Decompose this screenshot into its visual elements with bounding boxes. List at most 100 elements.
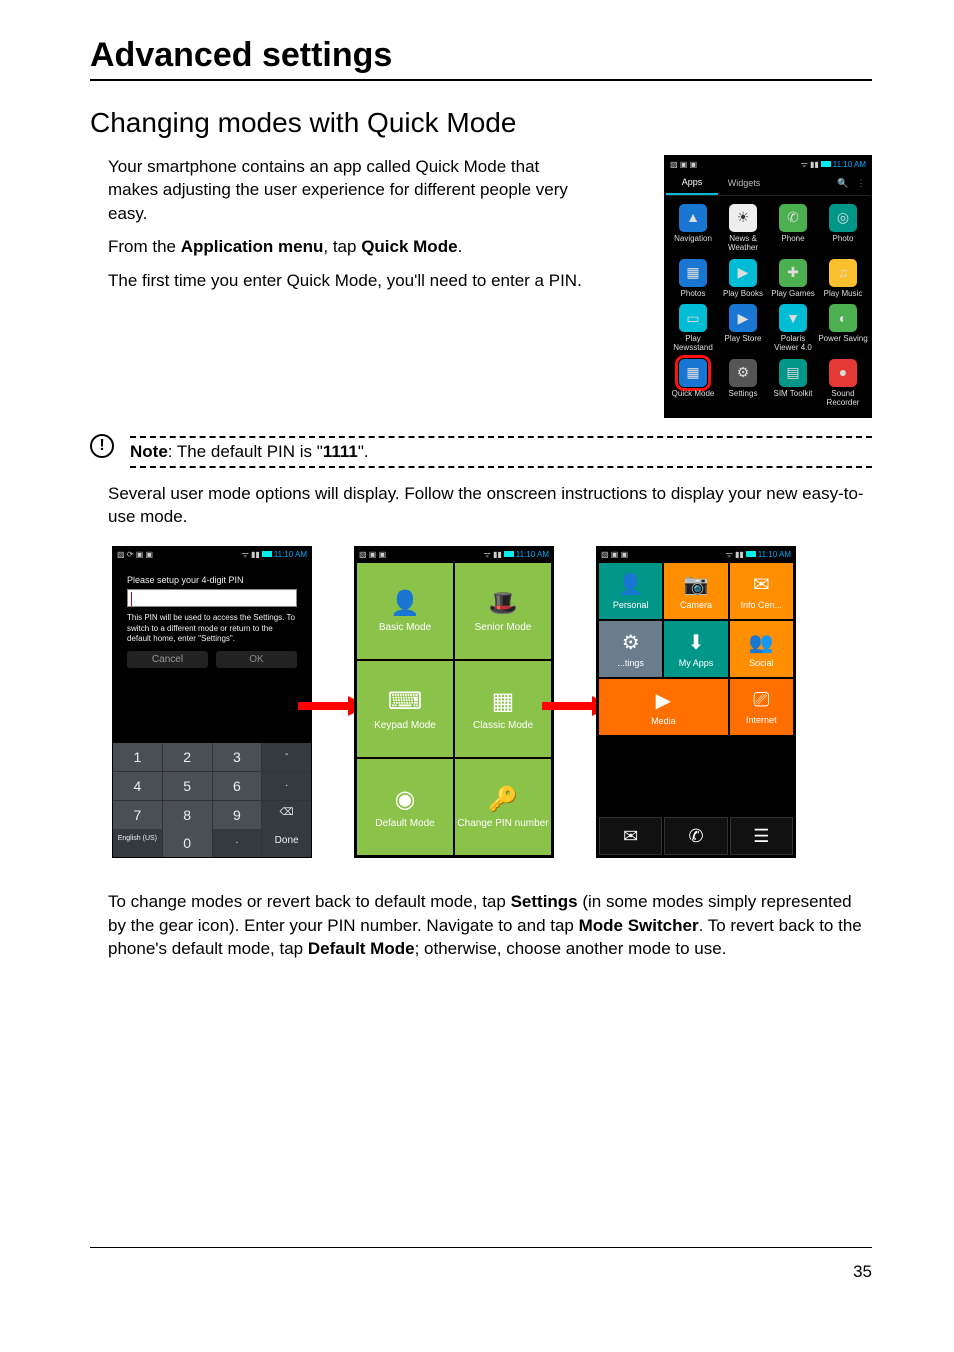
tile-icon: ✉ bbox=[753, 572, 770, 597]
search-icon[interactable]: 🔍 bbox=[834, 178, 852, 189]
app-icon: ◎ bbox=[829, 204, 857, 232]
home-tile[interactable]: ✉ Info Cen... bbox=[730, 563, 793, 619]
app-navigation[interactable]: ▲Navigation bbox=[668, 204, 718, 253]
signal-icon: ▮▮ bbox=[810, 160, 819, 169]
app-icon: ♫ bbox=[829, 259, 857, 287]
mode-icon: 🔑 bbox=[488, 785, 518, 814]
pin-setup-screenshot: ▧ ⟳ ▣ ▣ ᯤ▮▮11:10 AM Please setup your 4-… bbox=[112, 546, 312, 858]
app-icon: ▶ bbox=[729, 259, 757, 287]
keypad-key[interactable]: 1 bbox=[113, 743, 162, 771]
ok-button[interactable]: OK bbox=[216, 651, 297, 668]
app-icon: ● bbox=[829, 359, 857, 387]
app-icon: ✚ bbox=[779, 259, 807, 287]
app-label: Navigation bbox=[674, 235, 712, 244]
app-sound-recorder[interactable]: ●Sound Recorder bbox=[818, 359, 868, 408]
home-tile[interactable]: ▶Media bbox=[599, 679, 728, 735]
app-settings[interactable]: ⚙Settings bbox=[718, 359, 768, 408]
tile-icon: 👤 bbox=[618, 572, 643, 597]
mode-tile-senior-mode[interactable]: 🎩Senior Mode bbox=[455, 563, 551, 659]
mode-icon: ⌨ bbox=[388, 687, 423, 716]
app-play-games[interactable]: ✚Play Games bbox=[768, 259, 818, 299]
tab-widgets[interactable]: Widgets bbox=[718, 172, 770, 194]
keypad-key[interactable]: 2 bbox=[163, 743, 212, 771]
app-label: Quick Mode bbox=[672, 390, 715, 399]
app-photos[interactable]: ▦Photos bbox=[668, 259, 718, 299]
footer-rule bbox=[90, 1247, 872, 1248]
mode-tile-keypad-mode[interactable]: ⌨ Keypad Mode bbox=[357, 661, 453, 757]
tile-label: Media bbox=[651, 716, 676, 726]
dock-button[interactable]: ✆ bbox=[664, 817, 727, 855]
launcher-tabbar: Apps Widgets 🔍 ⋮ bbox=[666, 171, 870, 196]
app-label: Play Store bbox=[725, 335, 762, 344]
mode-icon: ▦ bbox=[492, 687, 515, 716]
keypad-key[interactable]: 8 bbox=[163, 801, 212, 829]
keypad-key[interactable]: 5 bbox=[163, 772, 212, 800]
home-tile[interactable]: ⚙...tings bbox=[599, 621, 662, 677]
keypad-done-key[interactable]: Done bbox=[262, 829, 311, 857]
keypad-key[interactable]: 9 bbox=[213, 801, 262, 829]
pin-input[interactable] bbox=[127, 589, 297, 607]
body-paragraph: From the Application menu, tap Quick Mod… bbox=[108, 235, 588, 258]
status-icons-left: ▧ ▣ ▣ bbox=[670, 160, 697, 169]
tile-icon: ⬇ bbox=[688, 630, 705, 655]
app-quick-mode[interactable]: ▦ Quick Mode bbox=[668, 359, 718, 408]
dock-button[interactable]: ✉ bbox=[599, 817, 662, 855]
app-label: Photos bbox=[681, 290, 706, 299]
app-power-saving[interactable]: ◐Power Saving bbox=[818, 304, 868, 353]
keypad-key-0[interactable]: 0 bbox=[163, 829, 212, 857]
keypad-key[interactable]: 4 bbox=[113, 772, 162, 800]
app-play-store[interactable]: ▶ Play Store bbox=[718, 304, 768, 353]
tab-apps[interactable]: Apps bbox=[666, 171, 718, 195]
home-tile[interactable]: 👤Personal bbox=[599, 563, 662, 619]
keypad-key[interactable]: ⌫ bbox=[262, 801, 311, 829]
app-icon: ▦ bbox=[679, 359, 707, 387]
mode-tile-basic-mode[interactable]: 👤Basic Mode bbox=[357, 563, 453, 659]
mode-selection-screenshot: ▧ ▣ ▣ ᯤ▮▮11:10 AM 👤Basic Mode🎩Senior Mod… bbox=[354, 546, 554, 858]
tile-label: Camera bbox=[680, 600, 712, 610]
home-tile[interactable]: ⎚Internet bbox=[730, 679, 793, 735]
app-play-newsstand[interactable]: ▭Play Newsstand bbox=[668, 304, 718, 353]
app-label: Settings bbox=[729, 390, 758, 399]
overflow-icon[interactable]: ⋮ bbox=[852, 178, 870, 189]
keypad-language-label: English (US) bbox=[113, 829, 162, 857]
app-icon: ▼ bbox=[779, 304, 807, 332]
app-icon: ▶ bbox=[729, 304, 757, 332]
app-play-books[interactable]: ▶Play Books bbox=[718, 259, 768, 299]
app-polaris-viewer-4-0[interactable]: ▼Polaris Viewer 4.0 bbox=[768, 304, 818, 353]
keypad-key[interactable]: - bbox=[262, 743, 311, 771]
keypad-key[interactable]: 7 bbox=[113, 801, 162, 829]
app-label: Play Music bbox=[824, 290, 863, 299]
note-block: ! Note: The default PIN is "1111". bbox=[90, 436, 872, 468]
cancel-button[interactable]: Cancel bbox=[127, 651, 208, 668]
app-icon: ▤ bbox=[779, 359, 807, 387]
keypad-key[interactable]: 3 bbox=[213, 743, 262, 771]
keypad-key-period[interactable]: . bbox=[213, 829, 262, 857]
app-phone[interactable]: ✆Phone bbox=[768, 204, 818, 253]
tile-label: Info Cen... bbox=[741, 600, 783, 610]
mode-label: Keypad Mode bbox=[374, 720, 436, 731]
body-paragraph: The first time you enter Quick Mode, you… bbox=[108, 269, 588, 292]
tile-label: My Apps bbox=[679, 658, 714, 668]
keypad-key[interactable]: 6 bbox=[213, 772, 262, 800]
app-photo[interactable]: ◎Photo bbox=[818, 204, 868, 253]
mode-tile-change-pin-number[interactable]: 🔑Change PIN number bbox=[455, 759, 551, 855]
mode-icon: 🎩 bbox=[488, 589, 518, 618]
home-tile[interactable]: 👥Social bbox=[730, 621, 793, 677]
mode-home-screenshot: ▧ ▣ ▣ ᯤ▮▮11:10 AM 👤Personal📷Camera✉Info … bbox=[596, 546, 796, 858]
app-sim-toolkit[interactable]: ▤SIM Toolkit bbox=[768, 359, 818, 408]
tile-icon: ⚙ bbox=[622, 630, 640, 655]
home-tile[interactable]: 📷Camera bbox=[664, 563, 727, 619]
note-divider bbox=[130, 466, 872, 468]
mode-icon: 👤 bbox=[390, 589, 420, 618]
mode-tile-classic-mode[interactable]: ▦Classic Mode bbox=[455, 661, 551, 757]
mode-tile-default-mode[interactable]: ◉Default Mode bbox=[357, 759, 453, 855]
app-play-music[interactable]: ♫ Play Music bbox=[818, 259, 868, 299]
app-grid: ▲Navigation☀News & Weather✆Phone◎Photo▦P… bbox=[666, 196, 870, 416]
home-tile[interactable]: ⬇ My Apps bbox=[664, 621, 727, 677]
tile-label: Social bbox=[749, 658, 774, 668]
dock-button[interactable]: ☰ bbox=[730, 817, 793, 855]
app-news-weather[interactable]: ☀News & Weather bbox=[718, 204, 768, 253]
mode-tile-grid: 👤Basic Mode🎩Senior Mode ⌨ Keypad Mode ▦Clas… bbox=[355, 561, 553, 857]
keypad-key[interactable]: . bbox=[262, 772, 311, 800]
statusbar: ▧ ▣ ▣ ᯤ ▮▮ 11:10 AM bbox=[666, 157, 870, 171]
